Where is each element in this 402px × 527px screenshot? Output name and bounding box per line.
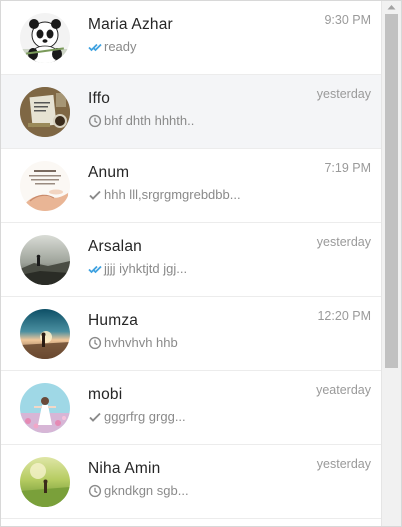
- contact-name: mobi: [88, 386, 123, 403]
- message-preview: gkndkgn sgb...: [88, 483, 189, 498]
- message-time: yesterday: [316, 457, 371, 471]
- preview-text: bhf dhth hhhth..: [104, 113, 195, 128]
- contact-name: Maria Azhar: [88, 16, 173, 33]
- scroll-up-arrow-icon[interactable]: [382, 1, 401, 13]
- contact-name: Anum: [88, 164, 130, 181]
- message-preview: gggrfrg grgg...: [88, 409, 186, 424]
- chat-list: Maria Azhar 9:30 PM ready Iffo yesterday…: [1, 1, 381, 526]
- message-time: yesterday: [316, 87, 371, 101]
- preview-text: hhh lll,srgrgmgrebdbb...: [104, 187, 241, 202]
- chat-item-arsalan[interactable]: Arsalan yesterday jjjj iyhktjtd jgj...: [1, 223, 381, 297]
- panda-avatar-image: [20, 13, 70, 63]
- message-preview: bhf dhth hhhth..: [88, 113, 194, 128]
- notebook-coffee-avatar-image: [20, 87, 70, 137]
- message-time: 9:30 PM: [324, 13, 371, 27]
- avatar: [20, 13, 70, 63]
- person-landscape-avatar-image: [20, 235, 70, 285]
- avatar: [20, 383, 70, 433]
- message-time: yeaterday: [316, 383, 371, 397]
- message-preview: hvhvhvh hhb: [88, 335, 178, 350]
- contact-name: Niha Amin: [88, 460, 161, 477]
- chat-item-niha-amin[interactable]: Niha Amin yesterday gkndkgn sgb...: [1, 445, 381, 519]
- avatar: [20, 457, 70, 507]
- sunset-avatar-image: [20, 309, 70, 359]
- preview-text: gkndkgn sgb...: [104, 483, 189, 498]
- preview-text: gggrfrg grgg...: [104, 409, 186, 424]
- message-preview: jjjj iyhktjtd jgj...: [88, 261, 187, 276]
- message-preview: ready: [88, 39, 137, 54]
- chat-item-mobi[interactable]: mobi yeaterday gggrfrg grgg...: [1, 371, 381, 445]
- clock-icon: [88, 114, 102, 128]
- field-avatar-image: [20, 457, 70, 507]
- message-preview: hhh lll,srgrgmgrebdbb...: [88, 187, 241, 202]
- message-time: 7:19 PM: [324, 161, 371, 175]
- check-grey-icon: [88, 410, 102, 424]
- chat-list-panel: Maria Azhar 9:30 PM ready Iffo yesterday…: [0, 0, 402, 527]
- preview-text: hvhvhvh hhb: [104, 335, 178, 350]
- preview-text: ready: [104, 39, 137, 54]
- vertical-scrollbar[interactable]: [381, 1, 401, 526]
- quote-hands-avatar-image: [20, 161, 70, 211]
- contact-name: Arsalan: [88, 238, 142, 255]
- double-check-blue-icon: [88, 262, 102, 276]
- message-time: 12:20 PM: [317, 309, 371, 323]
- double-check-blue-icon: [88, 40, 102, 54]
- avatar: [20, 87, 70, 137]
- chat-item-humza[interactable]: Humza 12:20 PM hvhvhvh hhb: [1, 297, 381, 371]
- check-grey-icon: [88, 188, 102, 202]
- preview-text: jjjj iyhktjtd jgj...: [104, 261, 188, 276]
- clock-icon: [88, 336, 102, 350]
- chat-item-iffo[interactable]: Iffo yesterday bhf dhth hhhth..: [1, 75, 381, 149]
- contact-name: Humza: [88, 312, 139, 329]
- chat-item-anum[interactable]: Anum 7:19 PM hhh lll,srgrgmgrebdbb...: [1, 149, 381, 223]
- avatar: [20, 235, 70, 285]
- avatar: [20, 309, 70, 359]
- chat-item-maria-azhar[interactable]: Maria Azhar 9:30 PM ready: [1, 1, 381, 75]
- girl-flowers-avatar-image: [20, 383, 70, 433]
- clock-icon: [88, 484, 102, 498]
- scrollbar-thumb[interactable]: [385, 14, 398, 368]
- message-time: yesterday: [316, 235, 371, 249]
- avatar: [20, 161, 70, 211]
- contact-name: Iffo: [88, 90, 111, 107]
